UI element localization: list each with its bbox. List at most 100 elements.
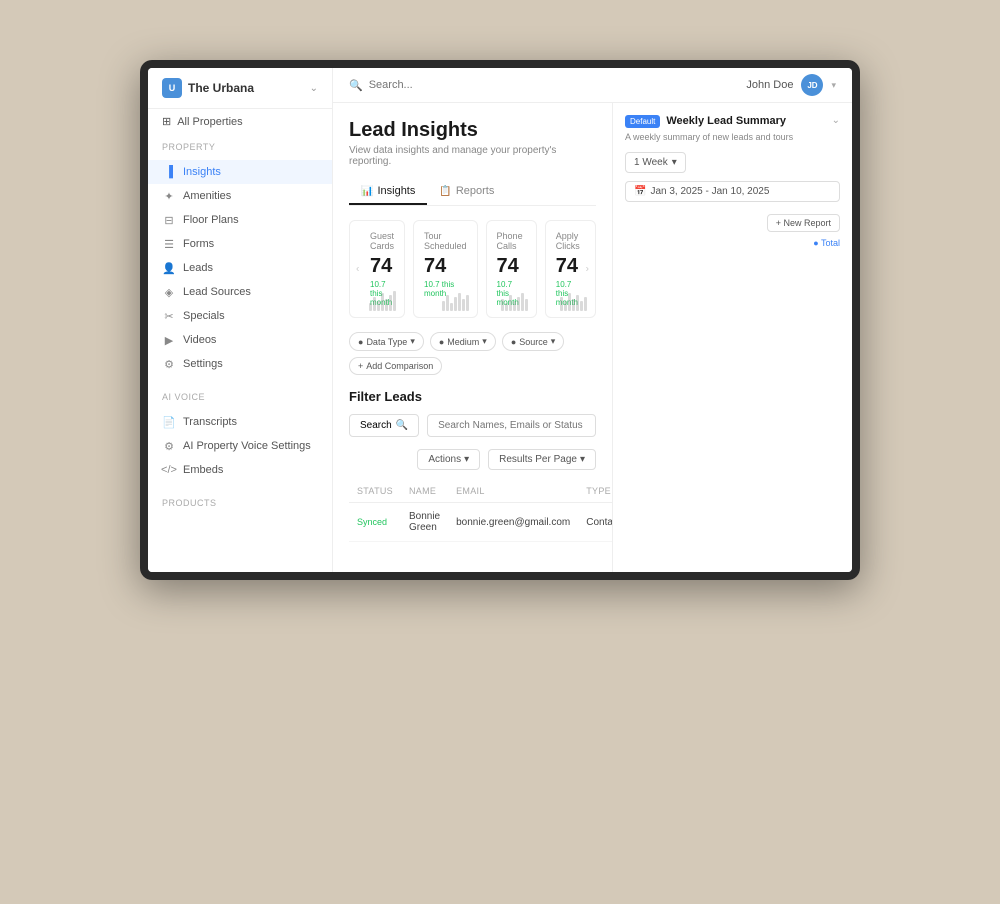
metric-value-tour: 74 bbox=[424, 255, 467, 278]
rp-actions: + New Report bbox=[625, 214, 840, 232]
leads-icon: 👤 bbox=[162, 261, 176, 275]
filter-chevron-data-type: ▾ bbox=[410, 336, 415, 347]
col-name: NAME bbox=[401, 480, 448, 503]
page-title: Lead Insights bbox=[349, 119, 596, 142]
filter-add-comparison[interactable]: + Add Comparison bbox=[349, 357, 442, 375]
sidebar-item-leads[interactable]: 👤 Leads bbox=[148, 256, 332, 280]
week-selector[interactable]: 1 Week ▾ bbox=[625, 152, 686, 173]
amenities-icon: ✦ bbox=[162, 189, 176, 203]
sidebar-header: U The Urbana ⌄ bbox=[148, 68, 332, 109]
videos-icon: ▶ bbox=[162, 333, 176, 347]
sidebar-item-lead-sources[interactable]: ◈ Lead Sources bbox=[148, 280, 332, 304]
user-name: John Doe bbox=[746, 79, 793, 91]
app-logo: U bbox=[162, 78, 182, 98]
sidebar-item-transcripts[interactable]: 📄 Transcripts bbox=[148, 410, 332, 434]
add-comparison-icon: + bbox=[358, 361, 363, 371]
rp-subtitle: A weekly summary of new leads and tours bbox=[625, 132, 840, 142]
metric-value-guest-cards: 74 bbox=[360, 255, 394, 278]
sidebar-item-amenities[interactable]: ✦ Amenities bbox=[148, 184, 332, 208]
rp-title: Weekly Lead Summary bbox=[666, 115, 786, 127]
brand-name: The Urbana bbox=[188, 81, 254, 95]
user-avatar[interactable]: JD bbox=[801, 74, 823, 96]
leads-table: STATUS NAME EMAIL TYPE MEDIUM APPLICATIO… bbox=[349, 480, 612, 542]
table-row[interactable]: Synced Bonnie Green bonnie.green@gmail.c… bbox=[349, 503, 612, 542]
search-leads-button[interactable]: Search 🔍 bbox=[349, 414, 419, 437]
mini-chart-phone bbox=[501, 291, 528, 311]
metric-label-phone: Phone Calls bbox=[497, 231, 526, 251]
cell-name: Bonnie Green bbox=[401, 503, 448, 542]
metric-prev-icon[interactable]: ‹ bbox=[356, 264, 359, 275]
table-header-row: STATUS NAME EMAIL TYPE MEDIUM APPLICATIO… bbox=[349, 480, 612, 503]
results-chevron-icon: ▾ bbox=[580, 454, 585, 465]
ai-voice-section: AI Voice bbox=[148, 384, 332, 410]
reports-tab-icon: 📋 bbox=[439, 186, 451, 197]
metric-value-phone: 74 bbox=[497, 255, 526, 278]
mini-chart-guest-cards bbox=[369, 291, 396, 311]
rp-chevron-icon[interactable]: ⌄ bbox=[832, 115, 840, 126]
sidebar-collapse-icon[interactable]: ⌄ bbox=[310, 83, 318, 94]
results-per-page-button[interactable]: Results Per Page ▾ bbox=[488, 449, 596, 470]
cell-status: Synced bbox=[349, 503, 401, 542]
grid-icon: ⊞ bbox=[162, 115, 171, 128]
filter-medium[interactable]: ● Medium ▾ bbox=[430, 332, 496, 351]
leads-search-input[interactable] bbox=[427, 414, 596, 437]
actions-row: Actions ▾ Results Per Page ▾ bbox=[349, 449, 596, 470]
property-section-label: Property bbox=[162, 142, 318, 152]
col-type: TYPE bbox=[578, 480, 612, 503]
search-leads-label: Search bbox=[360, 420, 392, 431]
sidebar-item-specials[interactable]: ✂ Specials bbox=[148, 304, 332, 328]
ai-settings-icon: ⚙ bbox=[162, 439, 176, 453]
tab-insights[interactable]: 📊 Insights bbox=[349, 179, 427, 205]
metric-next-icon[interactable]: › bbox=[586, 264, 589, 275]
new-report-button[interactable]: + New Report bbox=[767, 214, 840, 232]
total-label[interactable]: ● Total bbox=[813, 238, 840, 248]
mini-chart-tour bbox=[442, 291, 469, 311]
filter-leads-row: Search 🔍 bbox=[349, 414, 596, 437]
sidebar-item-settings[interactable]: ⚙ Settings bbox=[148, 352, 332, 376]
filter-chevron-medium: ▾ bbox=[482, 336, 487, 347]
right-panel-header: Default Weekly Lead Summary ⌄ bbox=[625, 115, 840, 128]
user-dropdown-icon[interactable]: ▾ bbox=[831, 80, 836, 91]
insights-tab-icon: 📊 bbox=[361, 186, 373, 197]
actions-button[interactable]: Actions ▾ bbox=[417, 449, 480, 470]
left-panel: Lead Insights View data insights and man… bbox=[333, 103, 612, 572]
floor-plans-icon: ⊟ bbox=[162, 213, 176, 227]
filter-data-type[interactable]: ● Data Type ▾ bbox=[349, 332, 424, 351]
sidebar-item-forms[interactable]: ☰ Forms bbox=[148, 232, 332, 256]
filter-chevron-source: ▾ bbox=[551, 336, 556, 347]
all-properties-link[interactable]: ⊞ All Properties bbox=[148, 109, 332, 134]
metric-value-apply: 74 bbox=[556, 255, 585, 278]
filter-row: ● Data Type ▾ ● Medium ▾ bbox=[349, 332, 596, 375]
search-box: 🔍 bbox=[349, 79, 549, 92]
specials-icon: ✂ bbox=[162, 309, 176, 323]
bar-chart-icon: ▐ bbox=[162, 165, 176, 179]
sidebar-item-insights[interactable]: ▐ Insights bbox=[148, 160, 332, 184]
tabs-row: 📊 Insights 📋 Reports bbox=[349, 179, 596, 206]
products-section-label: Products bbox=[162, 498, 318, 508]
topbar: 🔍 John Doe JD ▾ bbox=[333, 68, 852, 103]
search-input[interactable] bbox=[369, 79, 511, 91]
sidebar-item-videos[interactable]: ▶ Videos bbox=[148, 328, 332, 352]
metric-card-phone-calls: Phone Calls 74 10.7 this month bbox=[486, 220, 537, 318]
embeds-icon: </> bbox=[162, 463, 176, 477]
filter-leads-title: Filter Leads bbox=[349, 389, 596, 404]
rp-badge: Default bbox=[625, 115, 660, 128]
mini-chart-apply bbox=[560, 291, 587, 311]
property-section: Property bbox=[148, 134, 332, 160]
calendar-icon: 📅 bbox=[634, 186, 646, 197]
sidebar-item-embeds[interactable]: </> Embeds bbox=[148, 458, 332, 482]
date-range-selector[interactable]: 📅 Jan 3, 2025 - Jan 10, 2025 bbox=[625, 181, 840, 202]
filter-source[interactable]: ● Source ▾ bbox=[502, 332, 565, 351]
metric-label-apply: Apply Clicks bbox=[556, 231, 585, 251]
page-subtitle: View data insights and manage your prope… bbox=[349, 145, 596, 167]
sidebar-item-floor-plans[interactable]: ⊟ Floor Plans bbox=[148, 208, 332, 232]
sidebar-item-ai-voice-settings[interactable]: ⚙ AI Property Voice Settings bbox=[148, 434, 332, 458]
transcripts-icon: 📄 bbox=[162, 415, 176, 429]
search-leads-icon: 🔍 bbox=[396, 420, 408, 431]
metric-card-guest-cards: ‹ Guest Cards 74 10.7 this month bbox=[349, 220, 405, 318]
products-section: Products bbox=[148, 490, 332, 516]
ai-voice-section-label: AI Voice bbox=[162, 392, 318, 402]
settings-icon: ⚙ bbox=[162, 357, 176, 371]
lead-sources-icon: ◈ bbox=[162, 285, 176, 299]
tab-reports[interactable]: 📋 Reports bbox=[427, 179, 506, 205]
